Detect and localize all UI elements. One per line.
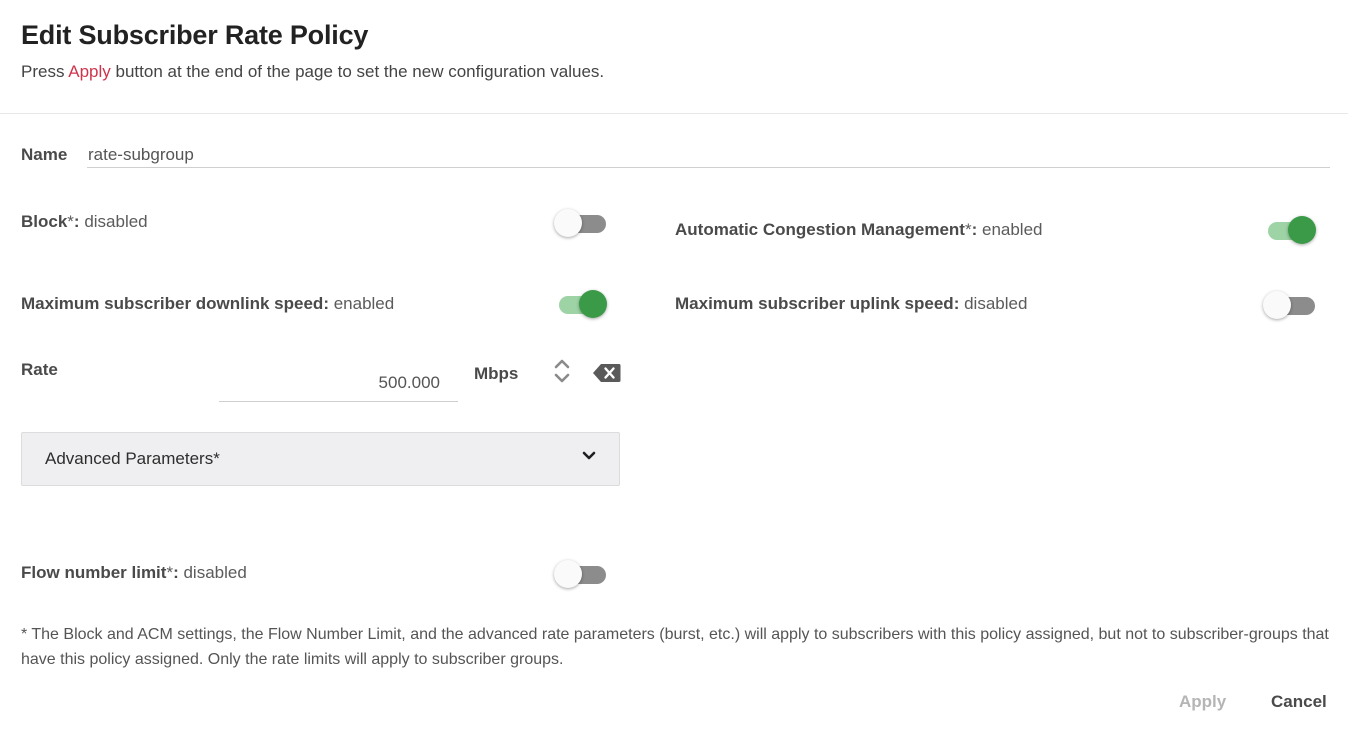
page-title: Edit Subscriber Rate Policy <box>21 20 369 50</box>
advanced-parameters-label: Advanced Parameters* <box>45 449 220 468</box>
toggle-knob <box>1288 216 1316 244</box>
downlink-label-name: Maximum subscriber downlink speed <box>21 294 324 313</box>
toggle-knob <box>554 560 582 588</box>
subtitle-prefix: Press <box>21 62 69 81</box>
block-asterisk: * <box>67 212 74 231</box>
up-down-chevron-icon <box>554 359 570 383</box>
toggle-knob <box>1263 291 1291 319</box>
name-label: Name <box>21 145 68 164</box>
acm-state: enabled <box>981 220 1043 239</box>
downlink-state: enabled <box>333 294 395 313</box>
flow-limit-separator: : <box>173 563 184 582</box>
toggle-knob <box>579 290 607 318</box>
apply-button[interactable]: Apply <box>1179 692 1226 712</box>
footnote: * The Block and ACM settings, the Flow N… <box>21 626 1329 668</box>
clear-rate-button[interactable] <box>592 362 622 384</box>
acm-asterisk: * <box>964 220 972 239</box>
flow-limit-toggle[interactable] <box>554 558 608 588</box>
name-input[interactable] <box>87 143 1330 168</box>
advanced-parameters-panel[interactable]: Advanced Parameters* <box>21 432 620 486</box>
subtitle-apply-word: Apply <box>68 62 111 81</box>
rate-stepper[interactable] <box>552 357 572 385</box>
rate-label: Rate <box>21 360 58 379</box>
acm-label-name: Automatic Congestion Management <box>675 220 965 239</box>
uplink-setting-label: Maximum subscriber uplink speed: disable… <box>675 294 1027 314</box>
acm-setting-label: Automatic Congestion Management*: enable… <box>675 220 1043 240</box>
downlink-toggle[interactable] <box>553 288 607 318</box>
uplink-separator: : <box>953 294 965 313</box>
rate-unit: Mbps <box>474 364 519 383</box>
flow-limit-label-name: Flow number limit <box>21 563 167 582</box>
rate-input[interactable] <box>219 364 458 402</box>
acm-toggle[interactable] <box>1262 214 1316 244</box>
downlink-separator: : <box>323 294 334 313</box>
uplink-state: disabled <box>964 294 1028 313</box>
uplink-label-name: Maximum subscriber uplink speed <box>675 294 954 313</box>
downlink-setting-label: Maximum subscriber downlink speed: enabl… <box>21 294 394 314</box>
page-subtitle: Press Apply button at the end of the pag… <box>21 62 604 82</box>
flow-limit-state: disabled <box>183 563 247 582</box>
cancel-button[interactable]: Cancel <box>1271 692 1327 712</box>
subtitle-suffix: button at the end of the page to set the… <box>110 62 605 81</box>
flow-limit-setting-label: Flow number limit*: disabled <box>21 563 247 583</box>
block-separator: : <box>73 212 85 231</box>
block-label-name: Block <box>21 212 68 231</box>
toggle-knob <box>554 209 582 237</box>
block-setting-label: Block*: disabled <box>21 212 148 232</box>
block-state: disabled <box>84 212 148 231</box>
backspace-icon <box>593 364 621 382</box>
block-toggle[interactable] <box>554 207 608 237</box>
acm-separator: : <box>971 220 982 239</box>
uplink-toggle[interactable] <box>1263 289 1317 319</box>
chevron-down-icon <box>582 451 596 460</box>
header-divider <box>0 113 1348 114</box>
